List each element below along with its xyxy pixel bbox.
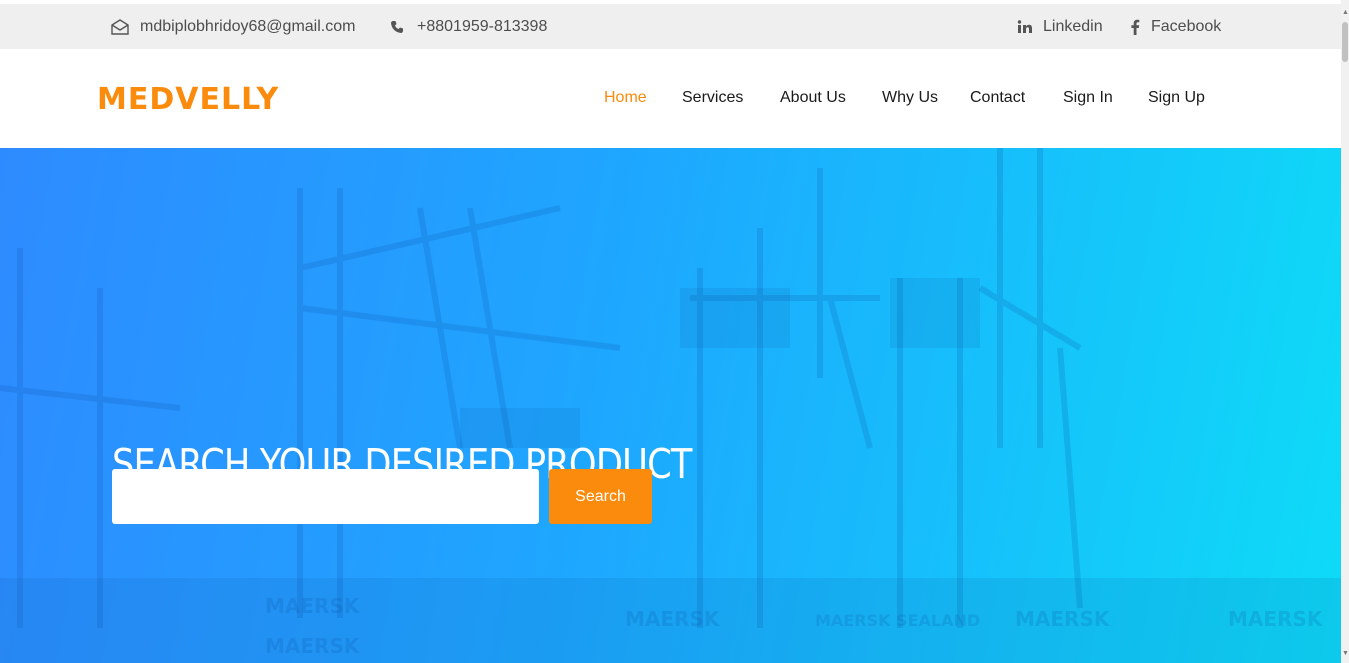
page-scrollbar[interactable]: ▲ ▼ [1341, 0, 1349, 663]
facebook-link[interactable]: Facebook [1125, 4, 1221, 49]
main-navbar: MEDVELLY Home Services About Us Why Us C… [0, 49, 1341, 148]
scroll-up-arrow-icon[interactable]: ▲ [1342, 9, 1349, 17]
nav-sign-up[interactable]: Sign Up [1148, 89, 1205, 107]
linkedin-link[interactable]: Linkedin [1015, 4, 1103, 49]
phone-icon [387, 17, 407, 37]
container-label: MAERSK [265, 594, 361, 618]
facebook-icon [1125, 17, 1145, 37]
phone-text: +8801959-813398 [417, 17, 548, 35]
nav-contact[interactable]: Contact [970, 89, 1025, 107]
port-cranes-background: MAERSK MAERSK MAERSK MAERSK SEALAND MAER… [0, 148, 1341, 663]
email-contact[interactable]: mdbiplobhridoy68@gmail.com [110, 4, 355, 49]
nav-why-us[interactable]: Why Us [882, 89, 938, 107]
linkedin-icon [1015, 17, 1035, 37]
nav-services[interactable]: Services [682, 89, 743, 107]
container-label: MAERSK [625, 607, 721, 631]
nav-sign-in[interactable]: Sign In [1063, 89, 1113, 107]
envelope-icon [110, 17, 130, 37]
container-label: MAERSK [1228, 607, 1324, 631]
hero-banner: MAERSK MAERSK MAERSK MAERSK SEALAND MAER… [0, 148, 1341, 663]
nav-about-us[interactable]: About Us [780, 89, 846, 107]
container-label: MAERSK SEALAND [815, 611, 980, 630]
container-label: MAERSK [265, 634, 361, 658]
email-text: mdbiplobhridoy68@gmail.com [140, 17, 356, 35]
facebook-label: Facebook [1151, 17, 1222, 35]
search-input[interactable] [112, 469, 539, 524]
nav-home[interactable]: Home [604, 89, 647, 107]
linkedin-label: Linkedin [1043, 17, 1103, 35]
top-info-bar: mdbiplobhridoy68@gmail.com +8801959-8133… [0, 4, 1341, 49]
scroll-down-arrow-icon[interactable]: ▼ [1342, 650, 1349, 658]
site-logo[interactable]: MEDVELLY [97, 82, 279, 117]
phone-contact[interactable]: +8801959-813398 [387, 4, 547, 49]
scroll-thumb[interactable] [1342, 22, 1348, 62]
container-label: MAERSK [1015, 607, 1111, 631]
search-button[interactable]: Search [549, 469, 652, 524]
